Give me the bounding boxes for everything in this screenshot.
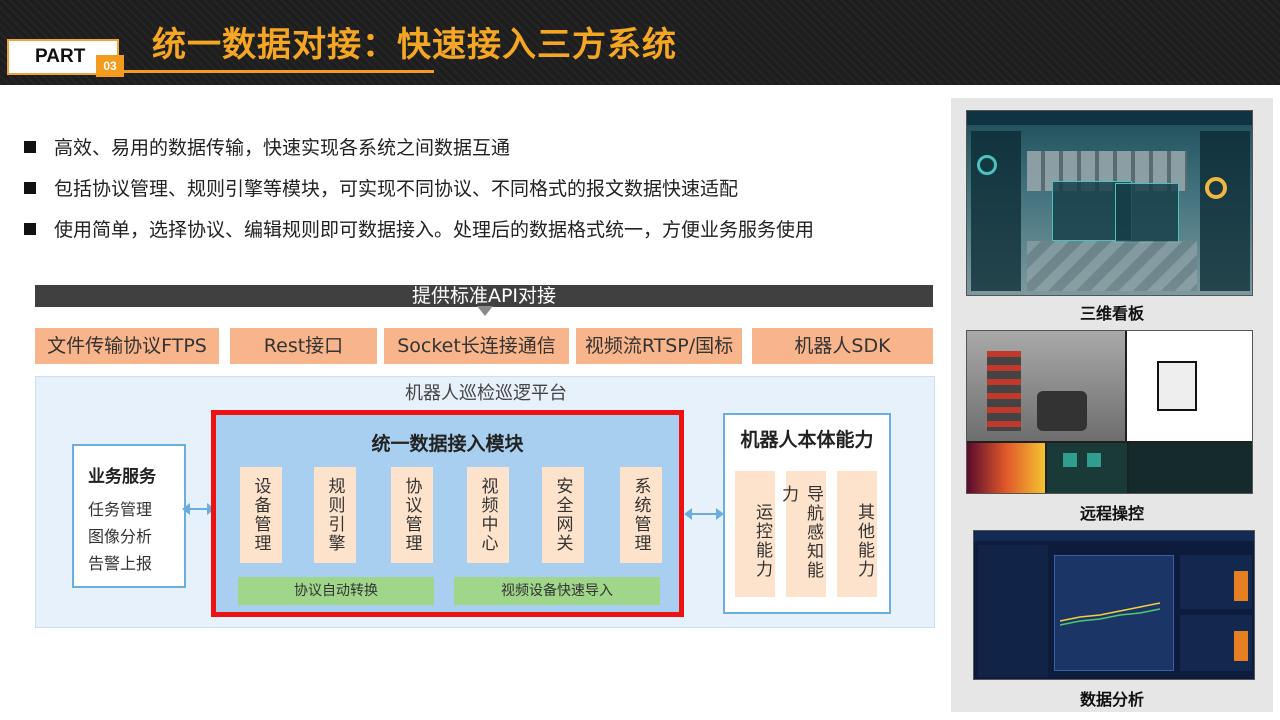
double-arrow-icon	[684, 508, 724, 520]
remote-control-image	[966, 330, 1253, 494]
robot-item-navigation: 导航感知能力	[778, 471, 826, 597]
bullet-list: 高效、易用的数据传输，快速实现各系统之间数据互通 包括协议管理、规则引擎等模块，…	[24, 126, 814, 249]
bullet-text: 使用简单，选择协议、编辑规则即可数据接入。处理后的数据格式统一，方便业务服务使用	[54, 219, 815, 241]
module-item-protocol: 协议管理	[391, 467, 433, 563]
dashboard-3d-image	[966, 110, 1253, 296]
module-item-security: 安全网关	[542, 467, 584, 563]
robot-item-motion: 运控能力	[735, 471, 775, 597]
double-arrow-icon	[182, 503, 215, 515]
module-item-device: 设备管理	[240, 467, 282, 563]
business-title: 业务服务	[88, 467, 156, 487]
bullet-item: 包括协议管理、规则引擎等模块，可实现不同协议、不同格式的报文数据快速适配	[24, 167, 814, 208]
bullet-text: 高效、易用的数据传输，快速实现各系统之间数据互通	[54, 137, 511, 159]
title-underline	[124, 70, 434, 73]
part-number: 03	[96, 55, 124, 77]
module-bottom-video: 视频设备快速导入	[454, 577, 660, 605]
bullet-square-icon	[24, 222, 36, 235]
module-item-system: 系统管理	[620, 467, 662, 563]
unified-data-module: 统一数据接入模块 设备管理 规则引擎 协议管理 视频中心 安全网关 系统管理 协…	[211, 410, 684, 617]
business-item: 任务管理	[88, 500, 153, 519]
page-title: 统一数据对接：快速接入三方系统	[152, 25, 677, 65]
protocol-rest: Rest接口	[230, 328, 377, 364]
bullet-square-icon	[24, 140, 36, 153]
bullet-item: 使用简单，选择协议、编辑规则即可数据接入。处理后的数据格式统一，方便业务服务使用	[24, 208, 814, 249]
bullet-text: 包括协议管理、规则引擎等模块，可实现不同协议、不同格式的报文数据快速适配	[54, 178, 739, 200]
protocol-socket: Socket长连接通信	[384, 328, 569, 364]
module-bottom-protocol: 协议自动转换	[238, 577, 434, 605]
business-item: 告警上报	[88, 554, 153, 573]
caption-remote-control: 远程操控	[1079, 504, 1144, 523]
business-item: 图像分析	[88, 527, 153, 546]
robot-item-other: 其他能力	[837, 471, 877, 597]
module-item-rules: 规则引擎	[314, 467, 356, 563]
business-services-box: 业务服务 任务管理 图像分析 告警上报	[72, 444, 186, 588]
module-item-video: 视频中心	[467, 467, 509, 563]
protocol-rtsp: 视频流RTSP/国标	[576, 328, 742, 364]
down-arrow-icon	[477, 306, 493, 316]
robot-ability-box: 机器人本体能力 运控能力 导航感知能力 其他能力	[723, 413, 891, 614]
trend-line-icon	[1060, 602, 1161, 626]
protocol-robot-sdk: 机器人SDK	[752, 328, 933, 364]
module-title: 统一数据接入模块	[371, 433, 524, 455]
caption-data-analysis: 数据分析	[1079, 690, 1144, 709]
api-bar: 提供标准API对接	[35, 285, 933, 307]
data-analysis-image	[973, 530, 1255, 680]
part-label: PART	[35, 46, 86, 67]
robot-title: 机器人本体能力	[740, 429, 874, 451]
platform-title: 机器人巡检巡逻平台	[405, 383, 567, 404]
caption-3d-dashboard: 三维看板	[1079, 304, 1144, 323]
protocol-ftps: 文件传输协议FTPS	[35, 328, 219, 364]
bullet-square-icon	[24, 181, 36, 194]
bullet-item: 高效、易用的数据传输，快速实现各系统之间数据互通	[24, 126, 814, 167]
